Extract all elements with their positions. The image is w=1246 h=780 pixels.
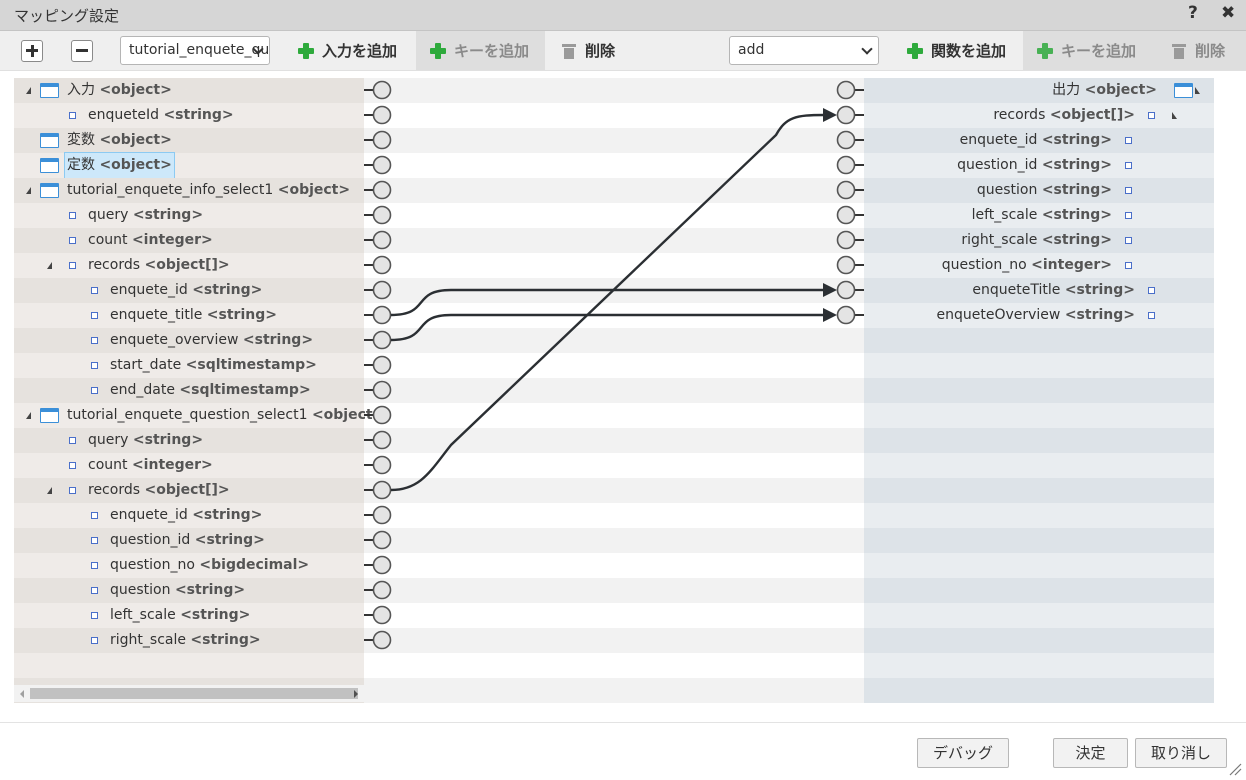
mapping-line[interactable] (390, 113, 825, 492)
scroll-left-arrow-icon[interactable] (20, 690, 24, 698)
input-port[interactable] (372, 305, 392, 325)
input-port[interactable] (372, 480, 392, 500)
input-port[interactable] (372, 355, 392, 375)
input-port[interactable] (372, 530, 392, 550)
output-port[interactable] (836, 155, 856, 175)
cancel-button[interactable]: 取り消し (1135, 738, 1227, 768)
footer-divider (0, 722, 1246, 723)
arrowhead-icon (823, 283, 837, 297)
output-port[interactable] (836, 80, 856, 100)
input-port[interactable] (372, 80, 392, 100)
output-port[interactable] (836, 130, 856, 150)
input-port[interactable] (372, 630, 392, 650)
output-port[interactable] (836, 255, 856, 275)
input-port[interactable] (372, 180, 392, 200)
input-port[interactable] (372, 405, 392, 425)
output-port[interactable] (836, 230, 856, 250)
output-port[interactable] (836, 305, 856, 325)
mapping-lines (364, 80, 864, 650)
mapping-line[interactable] (390, 288, 824, 317)
input-port[interactable] (372, 380, 392, 400)
output-port[interactable] (836, 180, 856, 200)
input-port[interactable] (372, 280, 392, 300)
input-port[interactable] (372, 555, 392, 575)
mapping-line[interactable] (390, 313, 824, 342)
horizontal-scrollbar[interactable] (14, 685, 364, 702)
input-port[interactable] (372, 605, 392, 625)
output-port[interactable] (836, 280, 856, 300)
input-port[interactable] (372, 130, 392, 150)
scroll-right-arrow-icon[interactable] (354, 690, 358, 698)
output-port[interactable] (836, 105, 856, 125)
input-port[interactable] (372, 155, 392, 175)
input-port[interactable] (372, 330, 392, 350)
input-port[interactable] (372, 230, 392, 250)
arrowhead-icon (823, 308, 837, 322)
ok-button[interactable]: 決定 (1053, 738, 1128, 768)
debug-button[interactable]: デバッグ (917, 738, 1009, 768)
output-port[interactable] (836, 205, 856, 225)
input-port[interactable] (372, 430, 392, 450)
input-port[interactable] (372, 205, 392, 225)
input-port[interactable] (372, 105, 392, 125)
scrollbar-thumb[interactable] (30, 688, 358, 699)
input-port[interactable] (372, 580, 392, 600)
arrowhead-icon (823, 108, 837, 122)
input-port[interactable] (372, 455, 392, 475)
input-port[interactable] (372, 505, 392, 525)
resize-grip-icon[interactable] (1228, 762, 1242, 776)
input-port[interactable] (372, 255, 392, 275)
